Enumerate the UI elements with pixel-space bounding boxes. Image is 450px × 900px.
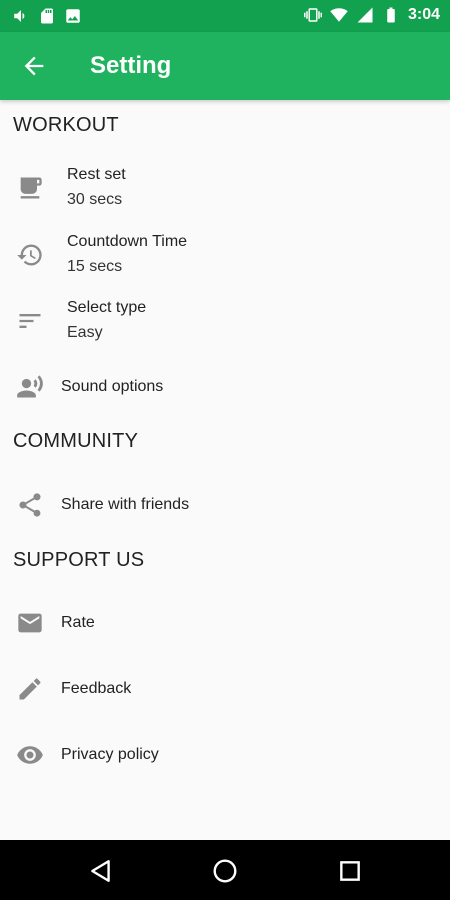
setting-sound-options[interactable]: Sound options xyxy=(0,368,450,406)
signal-icon xyxy=(357,7,373,23)
pencil-icon xyxy=(19,678,41,700)
recents-square-icon[interactable] xyxy=(337,858,363,884)
status-bar: 3:04 xyxy=(0,0,450,32)
battery-icon xyxy=(387,7,395,23)
status-right-icons: 3:04 xyxy=(303,6,440,24)
setting-label: Select type xyxy=(67,299,147,316)
setting-label: Sound options xyxy=(61,378,164,395)
sd-card-icon xyxy=(41,8,53,24)
wifi-icon xyxy=(330,8,348,22)
coffee-cup-icon xyxy=(20,177,42,199)
setting-countdown-time[interactable]: Countdown Time 15 secs xyxy=(0,227,450,285)
history-icon xyxy=(17,244,42,266)
eye-icon xyxy=(17,746,43,764)
back-triangle-icon[interactable] xyxy=(88,858,114,884)
voice-icon xyxy=(17,375,43,398)
share-icon xyxy=(19,493,41,517)
vibrate-icon xyxy=(303,8,322,22)
status-left-icons xyxy=(12,7,82,25)
setting-rate[interactable]: Rate xyxy=(0,604,450,642)
setting-select-type[interactable]: Select type Easy xyxy=(0,293,450,351)
sort-icon xyxy=(19,314,41,328)
page-title: Setting xyxy=(90,52,172,79)
setting-share-with-friends[interactable]: Share with friends xyxy=(0,486,450,524)
section-title-community: COMMUNITY xyxy=(13,430,139,452)
navigation-bar xyxy=(0,840,450,900)
setting-rest-set[interactable]: Rest set 30 secs xyxy=(0,160,450,218)
setting-value: Easy xyxy=(67,324,103,341)
arrow-back-icon[interactable] xyxy=(20,52,48,80)
setting-label: Countdown Time xyxy=(67,233,188,250)
setting-label: Feedback xyxy=(61,680,132,697)
home-circle-icon[interactable] xyxy=(212,858,238,884)
section-title-workout: WORKOUT xyxy=(13,114,119,136)
volume-icon xyxy=(14,10,25,22)
setting-privacy-policy[interactable]: Privacy policy xyxy=(0,736,450,774)
setting-value: 30 secs xyxy=(67,191,123,208)
mail-icon xyxy=(18,613,42,633)
section-title-support-us: SUPPORT US xyxy=(13,549,145,571)
setting-label: Share with friends xyxy=(61,496,190,513)
setting-feedback[interactable]: Feedback xyxy=(0,670,450,708)
status-time: 3:04 xyxy=(407,6,440,23)
setting-label: Rate xyxy=(61,614,95,631)
image-icon xyxy=(66,9,80,23)
app-bar: Setting xyxy=(0,32,450,100)
setting-value: 15 secs xyxy=(67,258,123,275)
setting-label: Privacy policy xyxy=(61,746,159,763)
setting-label: Rest set xyxy=(67,166,126,183)
